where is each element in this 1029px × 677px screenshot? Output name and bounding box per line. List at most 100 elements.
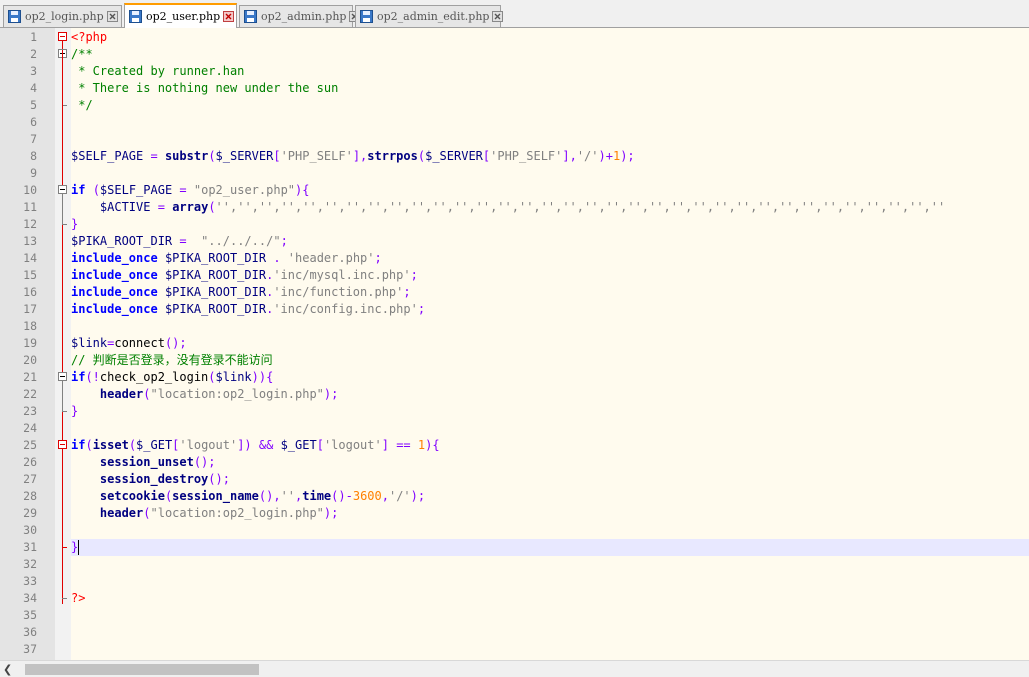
- line-number: 21: [23, 370, 37, 384]
- line-number: 15: [23, 268, 37, 282]
- code-line[interactable]: 20 // 判断是否登录，没有登录不能访问: [0, 352, 1029, 369]
- line-number: 8: [30, 149, 37, 163]
- code-token: $_GET: [280, 438, 317, 452]
- line-number: 23: [23, 404, 37, 418]
- code-token: <?php: [71, 30, 108, 44]
- tab-op2-admin-edit[interactable]: op2_admin_edit.php: [355, 5, 504, 27]
- code-token: }: [71, 217, 79, 231]
- code-line[interactable]: 33: [0, 573, 1029, 590]
- code-line[interactable]: 30: [0, 522, 1029, 539]
- code-line[interactable]: 5 */: [0, 97, 1029, 114]
- code-token: $PIKA_ROOT_DIR: [164, 268, 267, 282]
- code-token: ;: [280, 234, 288, 248]
- close-x-icon[interactable]: [492, 11, 504, 22]
- code-token: (: [85, 438, 93, 452]
- code-line[interactable]: 19 $link=connect();: [0, 335, 1029, 352]
- code-line[interactable]: 18: [0, 318, 1029, 335]
- code-line[interactable]: 4 * There is nothing new under the sun: [0, 80, 1029, 97]
- code-line[interactable]: 21 if(!check_op2_login($link)){: [0, 369, 1029, 386]
- line-number: 30: [23, 523, 37, 537]
- code-token: $PIKA_ROOT_DIR: [164, 285, 267, 299]
- code-token: 'PHP_SELF': [280, 149, 353, 163]
- line-code: <?php: [71, 29, 107, 46]
- code-token: (: [143, 387, 151, 401]
- code-token: }: [71, 404, 79, 418]
- code-line[interactable]: 11 $ACTIVE = array('','','','','','','',…: [0, 199, 1029, 216]
- code-line[interactable]: 9: [0, 165, 1029, 182]
- code-line[interactable]: 12}: [0, 216, 1029, 233]
- code-line[interactable]: 24: [0, 420, 1029, 437]
- code-line[interactable]: 17 include_once $PIKA_ROOT_DIR.'inc/confi…: [0, 301, 1029, 318]
- tab-op2-user[interactable]: op2_user.php: [124, 3, 237, 28]
- tab-op2-admin[interactable]: op2_admin.php: [239, 5, 361, 27]
- tab-op2-login[interactable]: op2_login.php: [3, 5, 122, 27]
- code-token: ();: [164, 336, 187, 350]
- code-token: if: [71, 183, 86, 197]
- code-line[interactable]: 28 setcookie(session_name(),'',time()-36…: [0, 488, 1029, 505]
- code-line[interactable]: 3 * Created by runner.han: [0, 63, 1029, 80]
- code-line[interactable]: 1 <?php: [0, 29, 1029, 46]
- code-token: (: [92, 183, 100, 197]
- code-line[interactable]: 22 header("location:op2_login.php");: [0, 386, 1029, 403]
- code-line[interactable]: 27 session_destroy();: [0, 471, 1029, 488]
- code-token: "location:op2_login.php": [150, 387, 324, 401]
- code-token: [: [273, 149, 281, 163]
- close-x-icon[interactable]: [106, 11, 118, 22]
- code-line[interactable]: 25 if(isset($_GET['logout']) && $_GET['lo…: [0, 437, 1029, 454]
- code-token: include_once: [71, 285, 158, 299]
- code-line[interactable]: 34 ?>: [0, 590, 1029, 607]
- code-token: "location:op2_login.php": [150, 506, 324, 520]
- code-line[interactable]: 26 session_unset();: [0, 454, 1029, 471]
- code-line[interactable]: 16 include_once $PIKA_ROOT_DIR.'inc/funct…: [0, 284, 1029, 301]
- code-token: $PIKA_ROOT_DIR: [164, 302, 267, 316]
- code-line[interactable]: 37: [0, 641, 1029, 658]
- code-line[interactable]: 2 /**: [0, 46, 1029, 63]
- code-token: strrpos: [367, 149, 418, 163]
- line-code: // 判断是否登录，没有登录不能访问: [71, 352, 273, 369]
- code-token: /**: [71, 47, 93, 61]
- code-line[interactable]: 6: [0, 114, 1029, 131]
- code-line[interactable]: 32: [0, 556, 1029, 573]
- code-editor[interactable]: 1 <?php 2/** 3 * Created by runner.han 4 * T…: [0, 28, 1029, 660]
- line-code: $ACTIVE = array('','','','','','','','',…: [71, 199, 945, 216]
- code-line[interactable]: 23}: [0, 403, 1029, 420]
- code-token: =: [179, 183, 187, 197]
- save-floppy-icon: [129, 10, 142, 23]
- code-line[interactable]: 13 $PIKA_ROOT_DIR = "../../../";: [0, 233, 1029, 250]
- scroll-left-arrow-icon[interactable]: ❮: [3, 663, 12, 676]
- code-token: $PIKA_ROOT_DIR: [164, 251, 267, 265]
- line-number: 17: [23, 302, 37, 316]
- line-number: 13: [23, 234, 37, 248]
- code-line[interactable]: 29 header("location:op2_login.php");: [0, 505, 1029, 522]
- code-line[interactable]: 36: [0, 624, 1029, 641]
- code-token: {: [266, 370, 274, 384]
- code-token: =: [179, 234, 187, 248]
- line-number: 32: [23, 557, 37, 571]
- code-line[interactable]: 35: [0, 607, 1029, 624]
- code-line[interactable]: 7: [0, 131, 1029, 148]
- code-line[interactable]: 31}: [0, 539, 1029, 556]
- scrollbar-thumb[interactable]: [25, 664, 259, 675]
- line-code: header("location:op2_login.php");: [71, 505, 338, 522]
- code-token: .: [273, 251, 281, 265]
- line-number: 1: [30, 30, 37, 44]
- code-line[interactable]: 10 if ($SELF_PAGE = "op2_user.php"){: [0, 182, 1029, 199]
- code-line[interactable]: 8 $SELF_PAGE = substr($_SERVER['PHP_SELF'…: [0, 148, 1029, 165]
- code-line[interactable]: 14 include_once $PIKA_ROOT_DIR . 'header.…: [0, 250, 1029, 267]
- code-token: (: [208, 200, 216, 214]
- code-token: ){: [295, 183, 310, 197]
- line-number: 22: [23, 387, 37, 401]
- line-number: 18: [23, 319, 37, 333]
- save-floppy-icon: [8, 10, 21, 23]
- close-x-icon[interactable]: [223, 11, 235, 22]
- code-line[interactable]: 15 include_once $PIKA_ROOT_DIR.'inc/mysql…: [0, 267, 1029, 284]
- code-token: ,: [381, 489, 389, 503]
- line-number: 4: [30, 81, 37, 95]
- line-number: 7: [30, 132, 37, 146]
- horizontal-scrollbar[interactable]: ❮: [0, 660, 1029, 677]
- line-number: 36: [23, 625, 37, 639]
